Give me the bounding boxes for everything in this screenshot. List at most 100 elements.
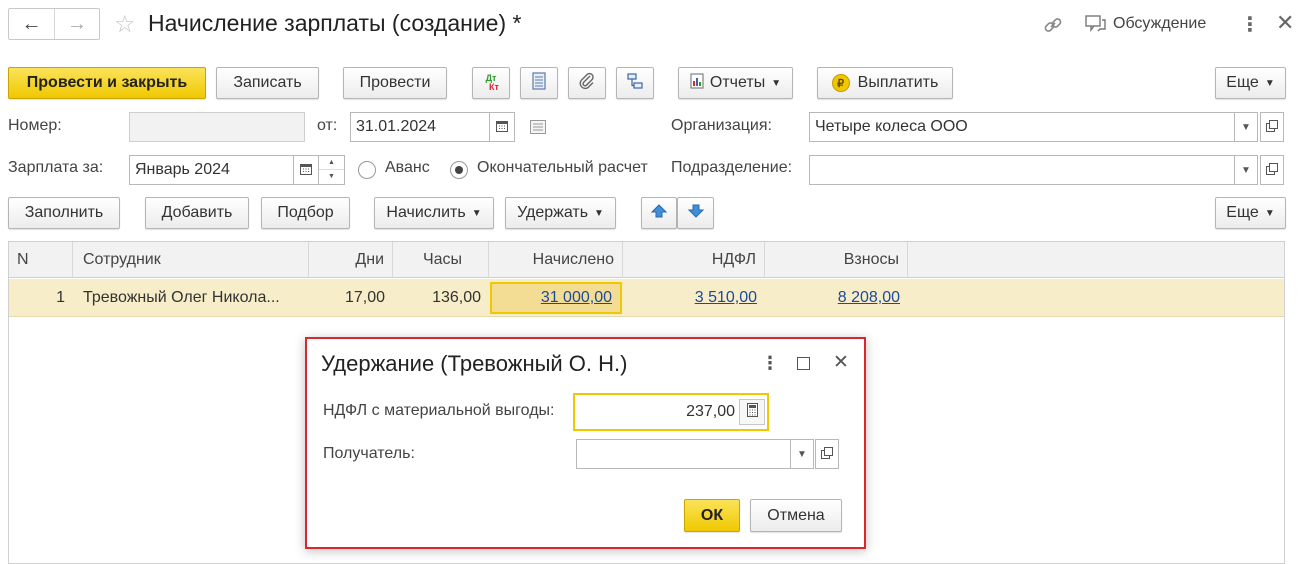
dtkt-icon: Дт Кт bbox=[485, 73, 499, 92]
chevron-down-icon: ▼ bbox=[471, 207, 482, 219]
cell-hours[interactable]: 136,00 bbox=[393, 279, 489, 317]
ndfl-benefit-field[interactable]: 237,00 bbox=[573, 393, 769, 431]
organization-label: Организация: bbox=[671, 117, 772, 134]
organization-dropdown-button[interactable]: ▼ bbox=[1234, 112, 1258, 142]
nav-group: ← → bbox=[8, 8, 100, 40]
move-down-button[interactable] bbox=[677, 197, 714, 229]
period-spinner[interactable]: ▲ ▼ bbox=[318, 155, 345, 185]
post-button[interactable]: Провести bbox=[343, 67, 447, 99]
history-icon[interactable] bbox=[530, 120, 546, 139]
dtkt-button[interactable]: Дт Кт bbox=[472, 67, 510, 99]
accrue-label: Начислить bbox=[386, 204, 466, 221]
advance-radio[interactable] bbox=[358, 161, 376, 179]
pay-label: Выплатить bbox=[857, 74, 939, 91]
discussion-label: Обсуждение bbox=[1113, 15, 1207, 32]
attach-button[interactable] bbox=[568, 67, 606, 99]
more-vertical-icon[interactable]: ⋮ bbox=[761, 353, 779, 374]
discussion-button[interactable]: Обсуждение bbox=[1085, 12, 1206, 36]
move-up-button[interactable] bbox=[641, 197, 677, 229]
favorite-star-icon[interactable]: ☆ bbox=[114, 10, 136, 39]
department-open-button[interactable] bbox=[1260, 155, 1284, 185]
cell-n: 1 bbox=[56, 289, 65, 306]
organization-field[interactable]: Четыре колеса ООО bbox=[809, 112, 1235, 142]
date-field[interactable]: 31.01.2024 bbox=[350, 112, 490, 142]
save-button[interactable]: Записать bbox=[216, 67, 319, 99]
arrow-down-icon bbox=[687, 204, 704, 223]
journal-button[interactable] bbox=[520, 67, 558, 99]
ok-button[interactable]: ОК bbox=[684, 499, 740, 532]
open-window-icon bbox=[1266, 162, 1278, 178]
more-vertical-icon[interactable]: ⋮ bbox=[1240, 12, 1260, 37]
column-header-accrued[interactable]: Начислено bbox=[489, 242, 623, 278]
reports-button[interactable]: Отчеты ▼ bbox=[678, 67, 793, 99]
column-header-contributions[interactable]: Взносы bbox=[765, 242, 908, 278]
add-button[interactable]: Добавить bbox=[145, 197, 249, 229]
column-header-ndfl[interactable]: НДФЛ bbox=[623, 242, 765, 278]
more-button-table[interactable]: Еще ▼ bbox=[1215, 197, 1286, 229]
maximize-icon[interactable] bbox=[797, 357, 810, 370]
structure-button[interactable] bbox=[616, 67, 654, 99]
pay-button[interactable]: ₽ Выплатить bbox=[817, 67, 953, 99]
cell-accrued[interactable]: 31 000,00 bbox=[490, 282, 622, 314]
table-row[interactable]: 1 Тревожный Олег Никола... 17,00 136,00 … bbox=[9, 279, 1284, 317]
period-calendar-button[interactable] bbox=[293, 155, 319, 185]
paperclip-icon bbox=[578, 72, 596, 95]
calendar-icon bbox=[300, 163, 312, 178]
department-dropdown-button[interactable]: ▼ bbox=[1234, 155, 1258, 185]
withhold-button[interactable]: Удержать ▼ bbox=[505, 197, 616, 229]
page-title: Начисление зарплаты (создание) * bbox=[148, 10, 522, 36]
open-window-icon bbox=[1266, 119, 1278, 135]
fill-button[interactable]: Заполнить bbox=[8, 197, 120, 229]
close-icon[interactable]: ✕ bbox=[833, 351, 849, 374]
organization-open-button[interactable] bbox=[1260, 112, 1284, 142]
column-header-employee[interactable]: Сотрудник bbox=[73, 242, 309, 278]
withhold-label: Удержать bbox=[517, 204, 589, 221]
calendar-icon bbox=[496, 120, 508, 135]
cell-employee[interactable]: Тревожный Олег Никола... bbox=[73, 279, 309, 317]
forward-button[interactable]: → bbox=[55, 9, 99, 39]
report-icon bbox=[690, 72, 704, 94]
calculator-button[interactable] bbox=[739, 399, 765, 425]
close-icon[interactable]: ✕ bbox=[1276, 10, 1294, 36]
more-label: Еще bbox=[1226, 204, 1259, 221]
back-button[interactable]: ← bbox=[9, 9, 55, 39]
chevron-down-icon: ▼ bbox=[594, 207, 604, 219]
chevron-down-icon: ▼ bbox=[1241, 164, 1251, 176]
pick-button[interactable]: Подбор bbox=[261, 197, 350, 229]
column-header-n[interactable]: N bbox=[9, 242, 73, 278]
number-field[interactable] bbox=[129, 112, 305, 142]
link-icon[interactable] bbox=[1042, 14, 1064, 36]
final-settlement-label: Окончательный расчет bbox=[477, 159, 648, 176]
recipient-open-button[interactable] bbox=[815, 439, 839, 469]
number-label: Номер: bbox=[8, 117, 62, 134]
cell-contributions[interactable]: 8 208,00 bbox=[765, 279, 908, 317]
cell-days[interactable]: 17,00 bbox=[309, 279, 393, 317]
chevron-down-icon: ▼ bbox=[797, 448, 807, 460]
more-button-top[interactable]: Еще ▼ bbox=[1215, 67, 1286, 99]
final-settlement-radio[interactable] bbox=[450, 161, 468, 179]
post-and-close-button[interactable]: Провести и закрыть bbox=[8, 67, 206, 99]
spinner-up-icon[interactable]: ▲ bbox=[319, 156, 344, 170]
chevron-down-icon: ▼ bbox=[1241, 121, 1251, 133]
more-label: Еще bbox=[1226, 74, 1259, 91]
recipient-field[interactable] bbox=[576, 439, 791, 469]
calculator-icon bbox=[746, 402, 758, 422]
column-header-days[interactable]: Дни bbox=[309, 242, 393, 278]
calendar-button[interactable] bbox=[489, 112, 515, 142]
cancel-button[interactable]: Отмена bbox=[750, 499, 842, 532]
withholding-dialog: Удержание (Тревожный О. Н.) ⋮ ✕ НДФЛ с м… bbox=[305, 337, 866, 549]
salary-for-field[interactable]: Январь 2024 bbox=[129, 155, 295, 185]
column-header-hours[interactable]: Часы bbox=[393, 242, 489, 278]
ruble-coin-icon: ₽ bbox=[831, 74, 850, 92]
department-field[interactable] bbox=[809, 155, 1235, 185]
reports-label: Отчеты bbox=[709, 74, 766, 91]
recipient-dropdown-button[interactable]: ▼ bbox=[790, 439, 814, 469]
salary-for-label: Зарплата за: bbox=[8, 159, 104, 176]
spinner-down-icon[interactable]: ▼ bbox=[319, 170, 344, 184]
date-label: от: bbox=[317, 117, 338, 134]
accrue-button[interactable]: Начислить ▼ bbox=[374, 197, 494, 229]
recipient-label: Получатель: bbox=[323, 445, 415, 462]
cell-ndfl[interactable]: 3 510,00 bbox=[623, 279, 765, 317]
chevron-down-icon: ▼ bbox=[1264, 207, 1275, 219]
structure-icon bbox=[626, 72, 644, 95]
